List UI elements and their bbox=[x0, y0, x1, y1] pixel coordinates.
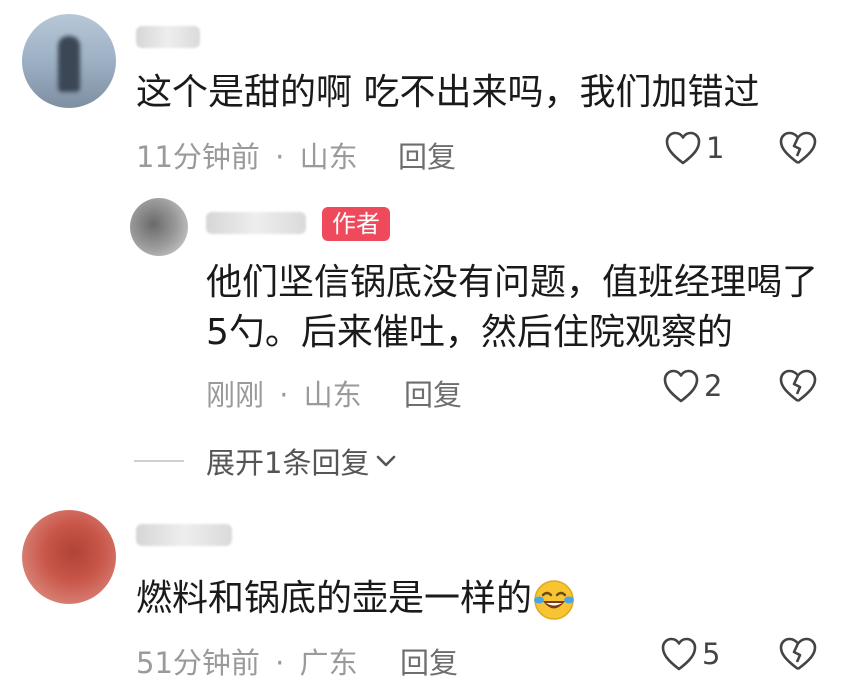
like-button[interactable]: 1 bbox=[664, 130, 724, 166]
comment-text: 燃料和锅底的壶是一样的 bbox=[136, 576, 576, 622]
comment-location: 广东 bbox=[299, 646, 358, 680]
divider bbox=[134, 460, 184, 462]
like-count: 2 bbox=[704, 369, 723, 403]
username-blurred[interactable] bbox=[206, 212, 306, 234]
comment-text: 5勺。后来催吐，然后住院观察的 bbox=[206, 312, 733, 353]
reply-button[interactable]: 回复 bbox=[400, 640, 458, 682]
avatar[interactable] bbox=[22, 510, 116, 604]
expand-replies-button[interactable]: 展开1条回复 bbox=[134, 440, 399, 482]
expand-replies-label: 展开1条回复 bbox=[206, 446, 370, 480]
comment-text: 他们坚信锅底没有问题，值班经理喝了 bbox=[206, 262, 819, 303]
heart-outline-icon bbox=[661, 637, 697, 671]
avatar[interactable] bbox=[22, 14, 116, 108]
like-count: 5 bbox=[702, 637, 721, 671]
broken-heart-icon bbox=[779, 637, 817, 671]
comment-text-content: 燃料和锅底的壶是一样的 bbox=[136, 578, 533, 619]
reply-button[interactable]: 回复 bbox=[398, 134, 456, 176]
like-button[interactable]: 5 bbox=[660, 636, 720, 672]
dislike-button[interactable] bbox=[778, 130, 818, 170]
heart-outline-icon bbox=[665, 131, 701, 165]
comment-time: 11分钟前 bbox=[136, 140, 260, 174]
dislike-button[interactable] bbox=[778, 636, 818, 676]
meta-separator: · bbox=[279, 378, 289, 412]
like-button[interactable]: 2 bbox=[662, 368, 722, 404]
author-badge: 作者 bbox=[322, 207, 390, 241]
meta-separator: · bbox=[275, 140, 285, 174]
broken-heart-icon bbox=[779, 369, 817, 403]
chevron-down-icon bbox=[377, 455, 396, 467]
reply-button[interactable]: 回复 bbox=[404, 372, 462, 414]
comment-meta: 刚刚 · 山东 bbox=[206, 372, 362, 414]
username-blurred[interactable] bbox=[136, 26, 200, 48]
comment-location: 山东 bbox=[299, 140, 358, 174]
avatar[interactable] bbox=[130, 198, 188, 256]
comment-time: 51分钟前 bbox=[136, 646, 260, 680]
comment-text: 这个是甜的啊 吃不出来吗，我们加错过 bbox=[136, 72, 760, 113]
laughing-crying-emoji bbox=[534, 580, 575, 620]
like-count: 1 bbox=[706, 131, 725, 165]
comment-meta: 51分钟前 · 广东 bbox=[136, 640, 358, 682]
dislike-button[interactable] bbox=[778, 368, 818, 408]
comment-location: 山东 bbox=[303, 378, 362, 412]
username-blurred[interactable] bbox=[136, 524, 232, 546]
meta-separator: · bbox=[275, 646, 285, 680]
heart-outline-icon bbox=[663, 369, 699, 403]
comment-time: 刚刚 bbox=[206, 378, 265, 412]
broken-heart-icon bbox=[779, 131, 817, 165]
comment-meta: 11分钟前 · 山东 bbox=[136, 134, 358, 176]
